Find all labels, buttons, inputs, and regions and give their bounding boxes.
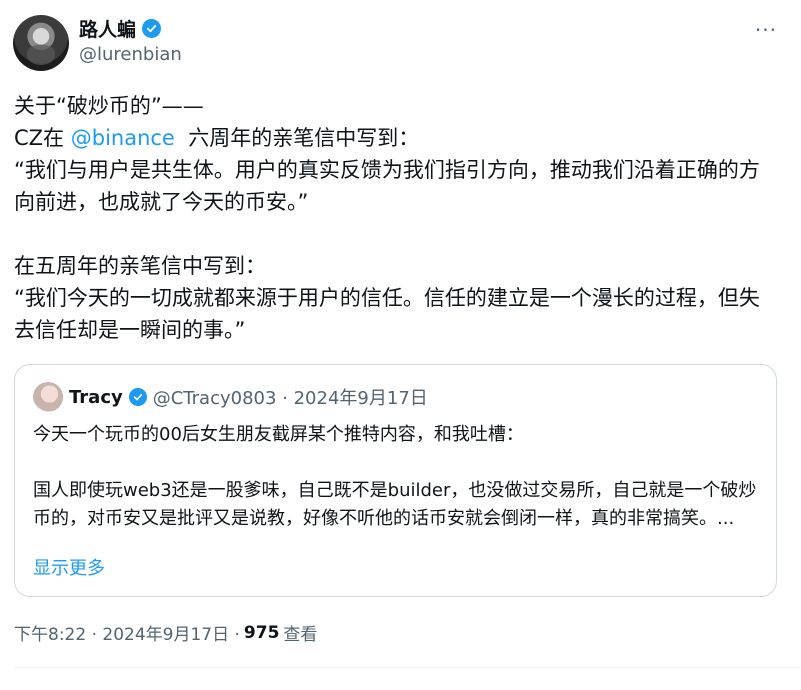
quoted-tweet-header: Tracy @CTracy0803 · 2024年9月17日 <box>69 383 428 411</box>
more-options-icon[interactable]: ··· <box>755 18 777 42</box>
tweet-text: 关于“破炒币的”—— CZ在 @binance 六周年的亲笔信中写到： “我们与用户… <box>14 90 774 346</box>
tweet-line-1: 关于“破炒币的”—— <box>14 94 204 118</box>
quoted-gap <box>33 449 763 477</box>
author-handle[interactable]: @lurenbian <box>79 44 182 65</box>
verified-badge-icon[interactable] <box>142 18 162 38</box>
views-label: 查看 <box>283 625 318 645</box>
quoted-author-meta[interactable]: @CTracy0803 · 2024年9月17日 <box>153 384 428 410</box>
tweet-line-2-suffix: 六周年的亲笔信中写到： <box>174 126 420 150</box>
author-name-row: 路人蝙 <box>79 15 162 42</box>
quoted-verified-badge-icon <box>128 388 147 406</box>
divider <box>14 667 801 668</box>
tweet-line-2: CZ在 @binance 六周年的亲笔信中写到： <box>14 122 774 154</box>
tweet-timestamp[interactable]: 下午8:22 · 2024年9月17日 · <box>14 620 240 645</box>
show-more-link[interactable]: 显示更多 <box>33 554 105 580</box>
tweet-meta-row: 下午8:22 · 2024年9月17日 · 975 查看 <box>14 620 318 646</box>
quoted-author-avatar[interactable] <box>33 382 63 412</box>
views-count: 975 <box>243 622 280 643</box>
tweet-paragraph-2: “我们今天的一切成就都来源于用户的信任。信任的建立是一个漫长的过程，但失去信任却… <box>14 286 760 342</box>
mention-link[interactable]: @binance <box>71 126 175 150</box>
author-avatar[interactable] <box>13 15 69 71</box>
quoted-text-paragraph: 国人即使玩web3还是一股爹味，自己既不是builder，也没做过交易所，自己就… <box>33 480 757 529</box>
tweet-line-2-prefix: CZ在 <box>14 126 71 150</box>
author-display-name[interactable]: 路人蝙 <box>79 15 136 42</box>
quoted-tweet-card[interactable]: Tracy @CTracy0803 · 2024年9月17日 今天一个玩币的00… <box>14 364 777 597</box>
quoted-author-name[interactable]: Tracy <box>69 387 123 408</box>
quoted-tweet-text: 今天一个玩币的00后女生朋友截屏某个推特内容，和我吐槽： 国人即使玩web3还是一… <box>33 421 763 533</box>
tweet-paragraph-2-intro: 在五周年的亲笔信中写到： <box>14 254 266 278</box>
quoted-text-line-1: 今天一个玩币的00后女生朋友截屏某个推特内容，和我吐槽： <box>33 424 524 445</box>
tweet-paragraph-1: “我们与用户是共生体。用户的真实反馈为我们指引方向，推动我们沿着正确的方向前进，… <box>14 158 760 214</box>
